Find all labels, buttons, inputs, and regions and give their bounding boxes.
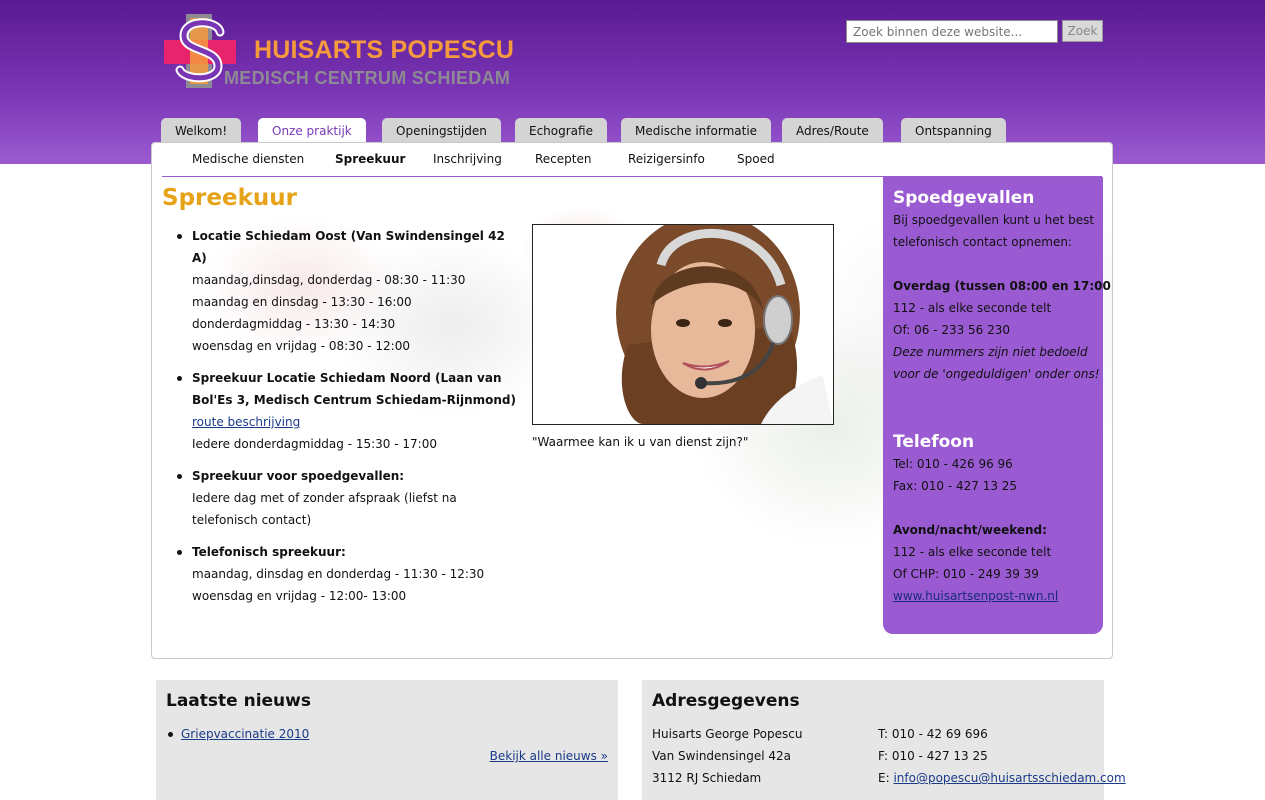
schedule-heading: Locatie Schiedam Oost (Van Swindensingel… [192,229,505,265]
subtab-spoed[interactable]: Spoed [737,152,775,166]
news-item: Griepvaccinatie 2010 [166,723,608,745]
news-title: Laatste nieuws [166,691,311,711]
subtab-reizigersinfo[interactable]: Reizigersinfo [628,152,705,166]
route-link[interactable]: route beschrijving [192,415,300,429]
address-street: Van Swindensingel 42a [652,749,791,763]
brand-subtitle: MEDISCH CENTRUM SCHIEDAM [224,68,511,88]
receptionist-photo [532,224,834,425]
day-label: Overdag (tussen 08:00 en 17:00): [893,279,1113,293]
email-label: E: [878,771,890,785]
news-box: Laatste nieuws Griepvaccinatie 2010 Beki… [156,680,618,800]
subtab-inschrijving[interactable]: Inschrijving [433,152,502,166]
subtab-spreekuur[interactable]: Spreekuur [335,152,405,166]
address-city: 3112 RJ Schiedam [652,771,762,785]
schedule-line: maandag,dinsdag, donderdag - 08:30 - 11:… [192,273,466,287]
tab-onze-praktijk[interactable]: Onze praktijk [258,118,366,145]
search-button[interactable]: Zoek [1062,20,1103,42]
schedule-heading: Spreekuur Locatie Schiedam Noord (Laan v… [192,371,517,407]
tab-welkom[interactable]: Welkom! [161,118,242,144]
site-search: Zoek [846,20,1103,43]
schedule-heading: Spreekuur voor spoedgevallen: [192,469,405,483]
schedule-line: Iedere dag met of zonder afspraak (liefs… [192,491,457,527]
tab-echografie[interactable]: Echografie [515,118,607,144]
address-title: Adresgegevens [652,691,800,711]
emergency-sidebar: Spoedgevallen Bij spoedgevallen kunt u h… [883,177,1113,634]
tab-openingstijden[interactable]: Openingstijden [382,118,501,144]
address-fax: F: 010 - 427 13 25 [878,749,988,763]
night-label: Avond/nacht/weekend: [893,523,1047,537]
sub-nav: Medische diensten Spreekuur Inschrijving… [152,143,1112,177]
schedule-list: Locatie Schiedam Oost (Van Swindensingel… [174,225,522,617]
huisartsenpost-link[interactable]: www.huisartsenpost-nwn.nl [893,589,1058,603]
all-news-link[interactable]: Bekijk alle nieuws » [490,749,608,763]
site-logo[interactable]: HUISARTS POPESCU MEDISCH CENTRUM SCHIEDA… [162,12,522,92]
schedule-line: maandag, dinsdag en donderdag - 11:30 - … [192,567,485,581]
photo-caption: "Waarmee kan ik u van dienst zijn?" [532,435,749,449]
main-nav: Welkom! Onze praktijk Openingstijden Ech… [0,118,1265,145]
tab-adres-route[interactable]: Adres/Route [782,118,883,144]
subtab-medische-diensten[interactable]: Medische diensten [192,152,304,166]
schedule-line: woensdag en vrijdag - 08:30 - 12:00 [192,339,410,353]
emergency-intro: Bij spoedgevallen kunt u het best [893,213,1095,227]
schedule-heading: Telefonisch spreekuur: [192,545,346,559]
address-name: Huisarts George Popescu [652,727,803,741]
tab-ontspanning[interactable]: Ontspanning [901,118,1006,144]
search-input[interactable] [846,20,1058,43]
list-item: Spreekuur voor spoedgevallen: Iedere dag… [174,465,522,531]
night-line: 112 - als elke seconde telt [893,545,1052,559]
night-line: Of CHP: 010 - 249 39 39 [893,567,1039,581]
brand-title: HUISARTS POPESCU [254,36,515,64]
emergency-title: Spoedgevallen [893,188,1035,208]
email-link[interactable]: info@popescu@huisartsschiedam.com [893,771,1125,785]
subtab-recepten[interactable]: Recepten [535,152,591,166]
emergency-note: voor de 'ongeduldigen' onder ons! [893,367,1100,381]
schedule-line: donderdagmiddag - 13:30 - 14:30 [192,317,396,331]
day-line: Of: 06 - 233 56 230 [893,323,1011,337]
phone-title: Telefoon [893,432,975,452]
emergency-note: Deze nummers zijn niet bedoeld [893,345,1088,359]
fax-number: Fax: 010 - 427 13 25 [893,479,1018,493]
schedule-line: woensdag en vrijdag - 12:00- 13:00 [192,589,407,603]
list-item: Telefonisch spreekuur: maandag, dinsdag … [174,541,522,607]
list-item: Spreekuur Locatie Schiedam Noord (Laan v… [174,367,522,455]
day-line: 112 - als elke seconde telt [893,301,1052,315]
address-box: Adresgegevens Huisarts George Popescu Va… [642,680,1126,800]
address-phone: T: 010 - 42 69 696 [878,727,988,741]
schedule-line: Iedere donderdagmiddag - 15:30 - 17:00 [192,437,437,451]
receptionist-illustration [533,225,833,424]
list-item: Locatie Schiedam Oost (Van Swindensingel… [174,225,522,357]
news-link[interactable]: Griepvaccinatie 2010 [181,727,309,741]
phone-number: Tel: 010 - 426 96 96 [893,457,1013,471]
page-title: Spreekuur [162,185,297,211]
content-panel: Medische diensten Spreekuur Inschrijving… [151,142,1113,659]
bullet-icon [168,732,173,737]
emergency-intro: telefonisch contact opnemen: [893,235,1072,249]
tab-medische-informatie[interactable]: Medische informatie [621,118,772,144]
schedule-line: maandag en dinsdag - 13:30 - 16:00 [192,295,412,309]
